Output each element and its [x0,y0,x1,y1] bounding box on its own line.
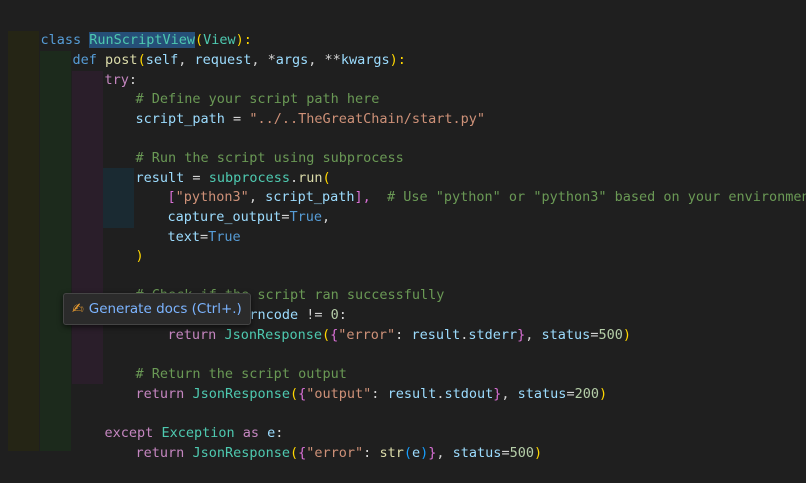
code-token: result [387,385,437,402]
code-line[interactable]: # Return the script output [103,345,347,382]
code-token: ) [533,444,543,461]
code-token: return [135,385,185,402]
code-token: = [200,228,209,245]
code-line[interactable]: # Check if the script ran successfully [103,266,445,303]
code-line[interactable]: # Run the script using subprocess [103,129,404,166]
code-token: ( [403,444,412,461]
code-token: ( [289,444,299,461]
code-token: stdout [444,385,494,402]
code-token: = [566,385,575,402]
code-token: ): [389,51,406,68]
code-token: ( [321,326,331,343]
generate-docs-tooltip[interactable]: ✍ Generate docs (Ctrl+.) [63,293,251,325]
code-token: "error" [338,326,396,343]
code-token: text [167,228,201,245]
code-token: : [371,385,388,402]
code-token: , [525,326,542,343]
code-token: = [501,444,510,461]
code-token: kwargs [340,51,390,68]
code-token: script_path [135,110,225,127]
code-token: , [436,444,453,461]
code-token: ( [137,51,146,68]
code-token: status [452,444,502,461]
code-token: return [167,326,217,343]
code-token: 200 [574,385,599,402]
code-token: = [224,110,250,127]
code-token: "output" [306,385,372,402]
code-token: , ** [308,51,341,68]
code-token: 500 [509,444,534,461]
code-line[interactable]: except Exception as e: [72,404,284,441]
code-line[interactable]: text=True [135,208,241,245]
code-token: status [517,385,567,402]
indent-guide [40,51,71,451]
code-token: , [501,385,518,402]
code-line[interactable]: return JsonResponse({"error": str(e)}, s… [103,424,543,461]
code-token: True [208,228,241,245]
code-token: , [321,208,331,225]
code-token: "../..TheGreatChain/start.py" [249,110,486,127]
code-token: str [379,444,404,461]
code-token: e [411,444,421,461]
code-token: : [395,326,412,343]
code-editor[interactable]: class RunScriptView(View): def post(self… [0,0,806,461]
code-token: result [411,326,461,343]
code-token: True [289,208,322,225]
code-token: args [275,51,309,68]
code-token: "error" [306,444,364,461]
code-line[interactable]: capture_output=True, [135,188,331,225]
code-line[interactable]: ) [103,227,144,264]
code-line[interactable]: ["python3", script_path], # Use "python"… [135,168,806,205]
code-line[interactable]: result = subprocess.run( [103,149,331,186]
code-comment: # Use "python" or "python3" based on you… [387,188,806,205]
code-line[interactable]: class RunScriptView(View): [8,11,252,48]
code-token: request [194,51,252,68]
code-token: JsonResponse [224,326,322,343]
code-token: , * [251,51,276,68]
code-token: ( [289,385,299,402]
indent-guide [8,31,39,451]
code-token: self [145,51,179,68]
sparkle-pen-icon: ✍ [72,301,84,317]
code-token: ) [135,247,144,264]
code-token: 500 [598,326,623,343]
code-token: ) [598,385,608,402]
code-token: stderr [468,326,518,343]
indent-guide [72,71,103,384]
code-line[interactable]: return JsonResponse({"output": result.st… [103,365,608,402]
code-token: JsonResponse [192,444,290,461]
code-token: return [135,444,185,461]
code-token: ) [622,326,631,343]
code-token: status [541,326,591,343]
code-line[interactable]: def post(self, request, *args, **kwargs)… [40,31,406,68]
code-line[interactable]: try: [72,51,138,88]
code-token: , [178,51,195,68]
code-token: : [363,444,380,461]
code-token: ], [354,188,371,205]
code-line[interactable]: script_path = "../..TheGreatChain/start.… [103,90,486,127]
generate-docs-label[interactable]: Generate docs (Ctrl+.) [89,301,242,317]
code-line[interactable]: # Define your script path here [103,70,380,107]
code-token: JsonResponse [192,385,290,402]
